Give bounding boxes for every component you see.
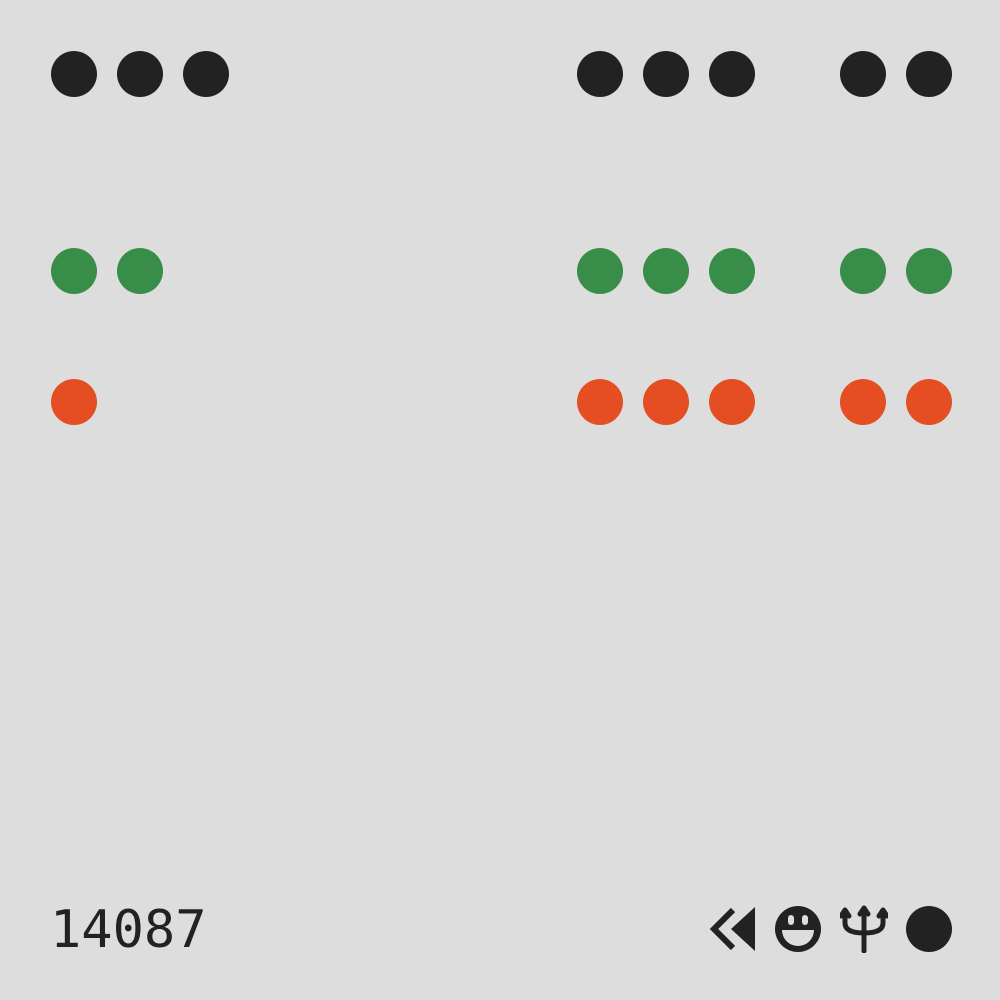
green-row-dot bbox=[51, 248, 97, 294]
green-row-dot bbox=[643, 248, 689, 294]
green-row-dot bbox=[709, 248, 755, 294]
orange-row-dot bbox=[709, 379, 755, 425]
green-row-dot bbox=[117, 248, 163, 294]
orange-row-dot bbox=[51, 379, 97, 425]
orange-row-dot bbox=[906, 379, 952, 425]
black-row-dot bbox=[840, 51, 886, 97]
black-row-dot bbox=[183, 51, 229, 97]
circle-icon bbox=[905, 905, 953, 953]
black-row-dot bbox=[906, 51, 952, 97]
green-row-dot bbox=[840, 248, 886, 294]
black-row-dot bbox=[51, 51, 97, 97]
grinning-face-icon bbox=[774, 905, 822, 953]
black-row-dot bbox=[577, 51, 623, 97]
orange-row-dot bbox=[840, 379, 886, 425]
black-row-dot bbox=[117, 51, 163, 97]
rewind-icon bbox=[707, 905, 755, 953]
black-row-dot bbox=[709, 51, 755, 97]
green-row-dot bbox=[906, 248, 952, 294]
black-row-dot bbox=[643, 51, 689, 97]
green-row-dot bbox=[577, 248, 623, 294]
trident-icon bbox=[840, 905, 888, 953]
orange-row-dot bbox=[643, 379, 689, 425]
serial-number: 14087 bbox=[50, 900, 207, 960]
orange-row-dot bbox=[577, 379, 623, 425]
